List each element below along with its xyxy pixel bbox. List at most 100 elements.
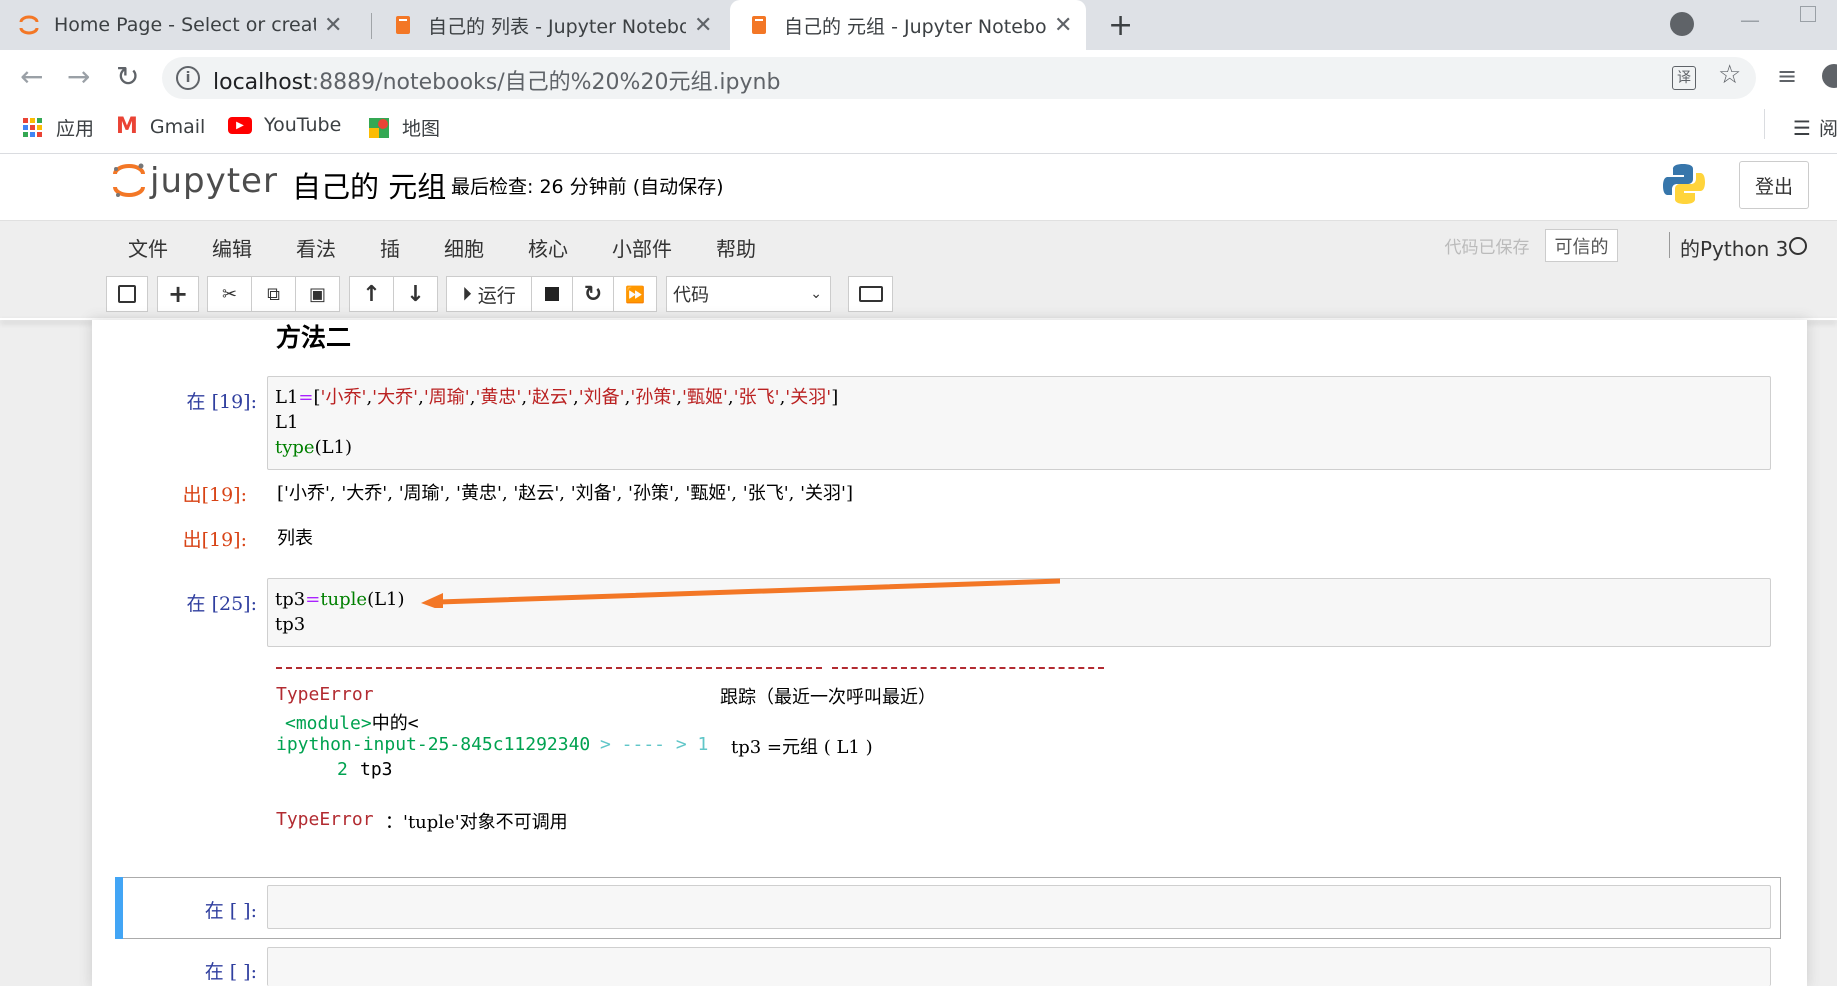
code-line-1: L1=['小乔','大乔','周瑜','黄忠','赵云','刘备','孙策','… — [275, 387, 839, 408]
site-info-icon[interactable]: i — [176, 66, 200, 90]
new-tab-plus-icon[interactable]: + — [1108, 8, 1133, 43]
apps-grid-icon — [23, 117, 42, 137]
bookmark-label: YouTube — [264, 114, 342, 136]
insert-cell-button[interactable]: + — [157, 276, 199, 312]
move-up-button[interactable]: ↑ — [349, 276, 394, 312]
code-args: (L1) — [314, 437, 353, 458]
restart-icon: ↻ — [583, 281, 603, 307]
tab-search-icon[interactable] — [1670, 12, 1694, 36]
close-tab-icon[interactable]: ✕ — [694, 13, 712, 38]
bookmark-label: Gmail — [149, 115, 206, 138]
kernel-idle-icon — [1789, 237, 1807, 255]
copy-button[interactable]: ⧉ — [251, 276, 296, 312]
code-cell-input[interactable] — [267, 885, 1771, 929]
translate-icon[interactable]: 译 — [1672, 66, 1696, 90]
builtin-type: type — [275, 437, 315, 458]
cut-button[interactable]: ✂ — [207, 276, 252, 312]
save-button[interactable] — [106, 276, 148, 312]
step-forward-icon: ⏵ — [462, 283, 472, 305]
markdown-heading[interactable]: 方法二 — [276, 318, 351, 354]
browser-tab-list-notebook[interactable]: 自己的 列表 - Jupyter Notebook ✕ — [374, 0, 726, 50]
jupyter-logo-icon — [113, 163, 145, 197]
traceback-message: ：'tuple'对象不可调用 — [385, 812, 568, 833]
output-list: ['小乔', '大乔', '周瑜', '黄忠', '赵云', '刘备', '孙策… — [277, 483, 853, 504]
module-name: <module> — [285, 713, 372, 734]
traceback-separator — [276, 667, 822, 669]
youtube-icon: ▶ — [228, 116, 252, 134]
module-suffix: 中的< — [371, 713, 419, 734]
traceback-input-ref: ipython-input-25-845c11292340 — [276, 734, 591, 755]
back-arrow-icon[interactable]: ← — [20, 60, 43, 93]
notebook-favicon-icon — [752, 16, 766, 34]
bookmark-apps[interactable]: 应用 — [22, 114, 94, 141]
bookmark-star-icon[interactable]: ☆ — [1718, 60, 1741, 90]
reading-mode-button[interactable]: ☰ 阅 — [1793, 114, 1837, 141]
code-cell-input[interactable] — [267, 947, 1771, 986]
bookmark-maps[interactable]: 地图 — [368, 114, 440, 141]
menu-kernel[interactable]: 核心 — [528, 233, 568, 262]
menu-view[interactable]: 看法 — [296, 233, 336, 262]
plus-icon: + — [167, 280, 189, 308]
cell-type-value: 代码 — [673, 285, 709, 306]
command-palette-button[interactable] — [848, 276, 893, 312]
menu-edit[interactable]: 编辑 — [212, 233, 252, 262]
builtin-tuple: tuple — [320, 589, 368, 610]
bookmark-youtube[interactable]: ▶ YouTube — [228, 114, 341, 136]
traceback-source-line: tp3 =元组 ( L1 ) — [731, 737, 873, 758]
cell-type-select[interactable]: 代码 ⌄ — [666, 276, 831, 312]
arrow-down-icon: ↓ — [406, 281, 425, 307]
run-button[interactable]: ⏵ 运行 — [446, 276, 532, 312]
tab-title: 自己的 元组 - Jupyter Notebook — [784, 15, 1046, 38]
menu-file[interactable]: 文件 — [128, 233, 168, 262]
forward-arrow-icon[interactable]: → — [67, 60, 90, 93]
keyboard-icon — [858, 286, 883, 302]
traceback-source-line: tp3 — [360, 759, 393, 780]
traceback-arrow: > ---- > 1 — [600, 734, 708, 755]
trusted-button[interactable]: 可信的 — [1545, 229, 1618, 262]
notebook-name[interactable]: 自己的 元组 — [292, 164, 446, 206]
kernel-divider — [1669, 232, 1670, 258]
input-prompt: 在 [25]: — [186, 593, 257, 615]
minimize-window-icon[interactable]: — — [1740, 8, 1760, 32]
menu-widgets[interactable]: 小部件 — [612, 233, 672, 262]
browser-tab-home[interactable]: Home Page - Select or create a notebook … — [0, 0, 370, 50]
close-tab-icon[interactable]: ✕ — [324, 13, 342, 38]
traceback-separator — [832, 667, 1104, 669]
list-icon: ☰ — [1793, 115, 1811, 140]
jupyter-favicon-icon — [19, 15, 39, 35]
input-prompt: 在 [19]: — [186, 391, 257, 413]
bookmarks-divider — [1764, 109, 1765, 139]
traceback-error-type: TypeError — [276, 684, 374, 705]
logout-button[interactable]: 登出 — [1739, 161, 1809, 209]
traceback-arrow-text: > ---- > 1 — [600, 734, 709, 755]
code-line-1: tp3=tuple(L1) — [275, 589, 405, 610]
move-down-button[interactable]: ↓ — [393, 276, 438, 312]
annotation-arrow — [421, 578, 1060, 608]
interrupt-button[interactable] — [531, 276, 573, 312]
maximize-window-icon[interactable] — [1800, 6, 1816, 22]
paste-button[interactable]: ▣ — [295, 276, 340, 312]
checkpoint-status: 最后检查: 26 分钟前 (自动保存) — [451, 176, 724, 198]
jupyter-logo[interactable]: jupyter — [112, 160, 278, 201]
browser-tab-tuple-notebook[interactable]: 自己的 元组 - Jupyter Notebook ✕ — [730, 0, 1086, 50]
url-text: localhost:8889/notebooks/自己的%20%20元组.ipy… — [213, 64, 780, 96]
restart-button[interactable]: ↻ — [572, 276, 614, 312]
output-prompt: 出[19]: — [182, 484, 247, 506]
traceback-final-error: TypeError — [276, 809, 374, 830]
url-path: :8889/notebooks/自己的%20%20元组.ipynb — [311, 70, 781, 95]
code-line-2: tp3 — [275, 614, 306, 635]
bookmark-gmail[interactable]: M Gmail — [116, 114, 205, 139]
kernel-name[interactable]: 的Python 3 — [1680, 233, 1788, 262]
jupyter-logo-text: jupyter — [150, 161, 278, 201]
reload-icon[interactable]: ↻ — [116, 60, 139, 93]
close-tab-icon[interactable]: ✕ — [1054, 13, 1072, 38]
tab-title: 自己的 列表 - Jupyter Notebook — [428, 15, 686, 38]
fast-forward-icon: ⏩ — [625, 284, 645, 304]
reading-list-icon[interactable]: ≡ — [1777, 62, 1797, 90]
restart-run-all-button[interactable]: ⏩ — [613, 276, 657, 312]
menu-cell[interactable]: 细胞 — [444, 233, 484, 262]
saved-indicator: 代码已保存 — [1432, 229, 1542, 262]
chevron-down-icon: ⌄ — [810, 286, 822, 302]
menu-insert[interactable]: 插 — [380, 233, 400, 262]
menu-help[interactable]: 帮助 — [716, 233, 756, 262]
